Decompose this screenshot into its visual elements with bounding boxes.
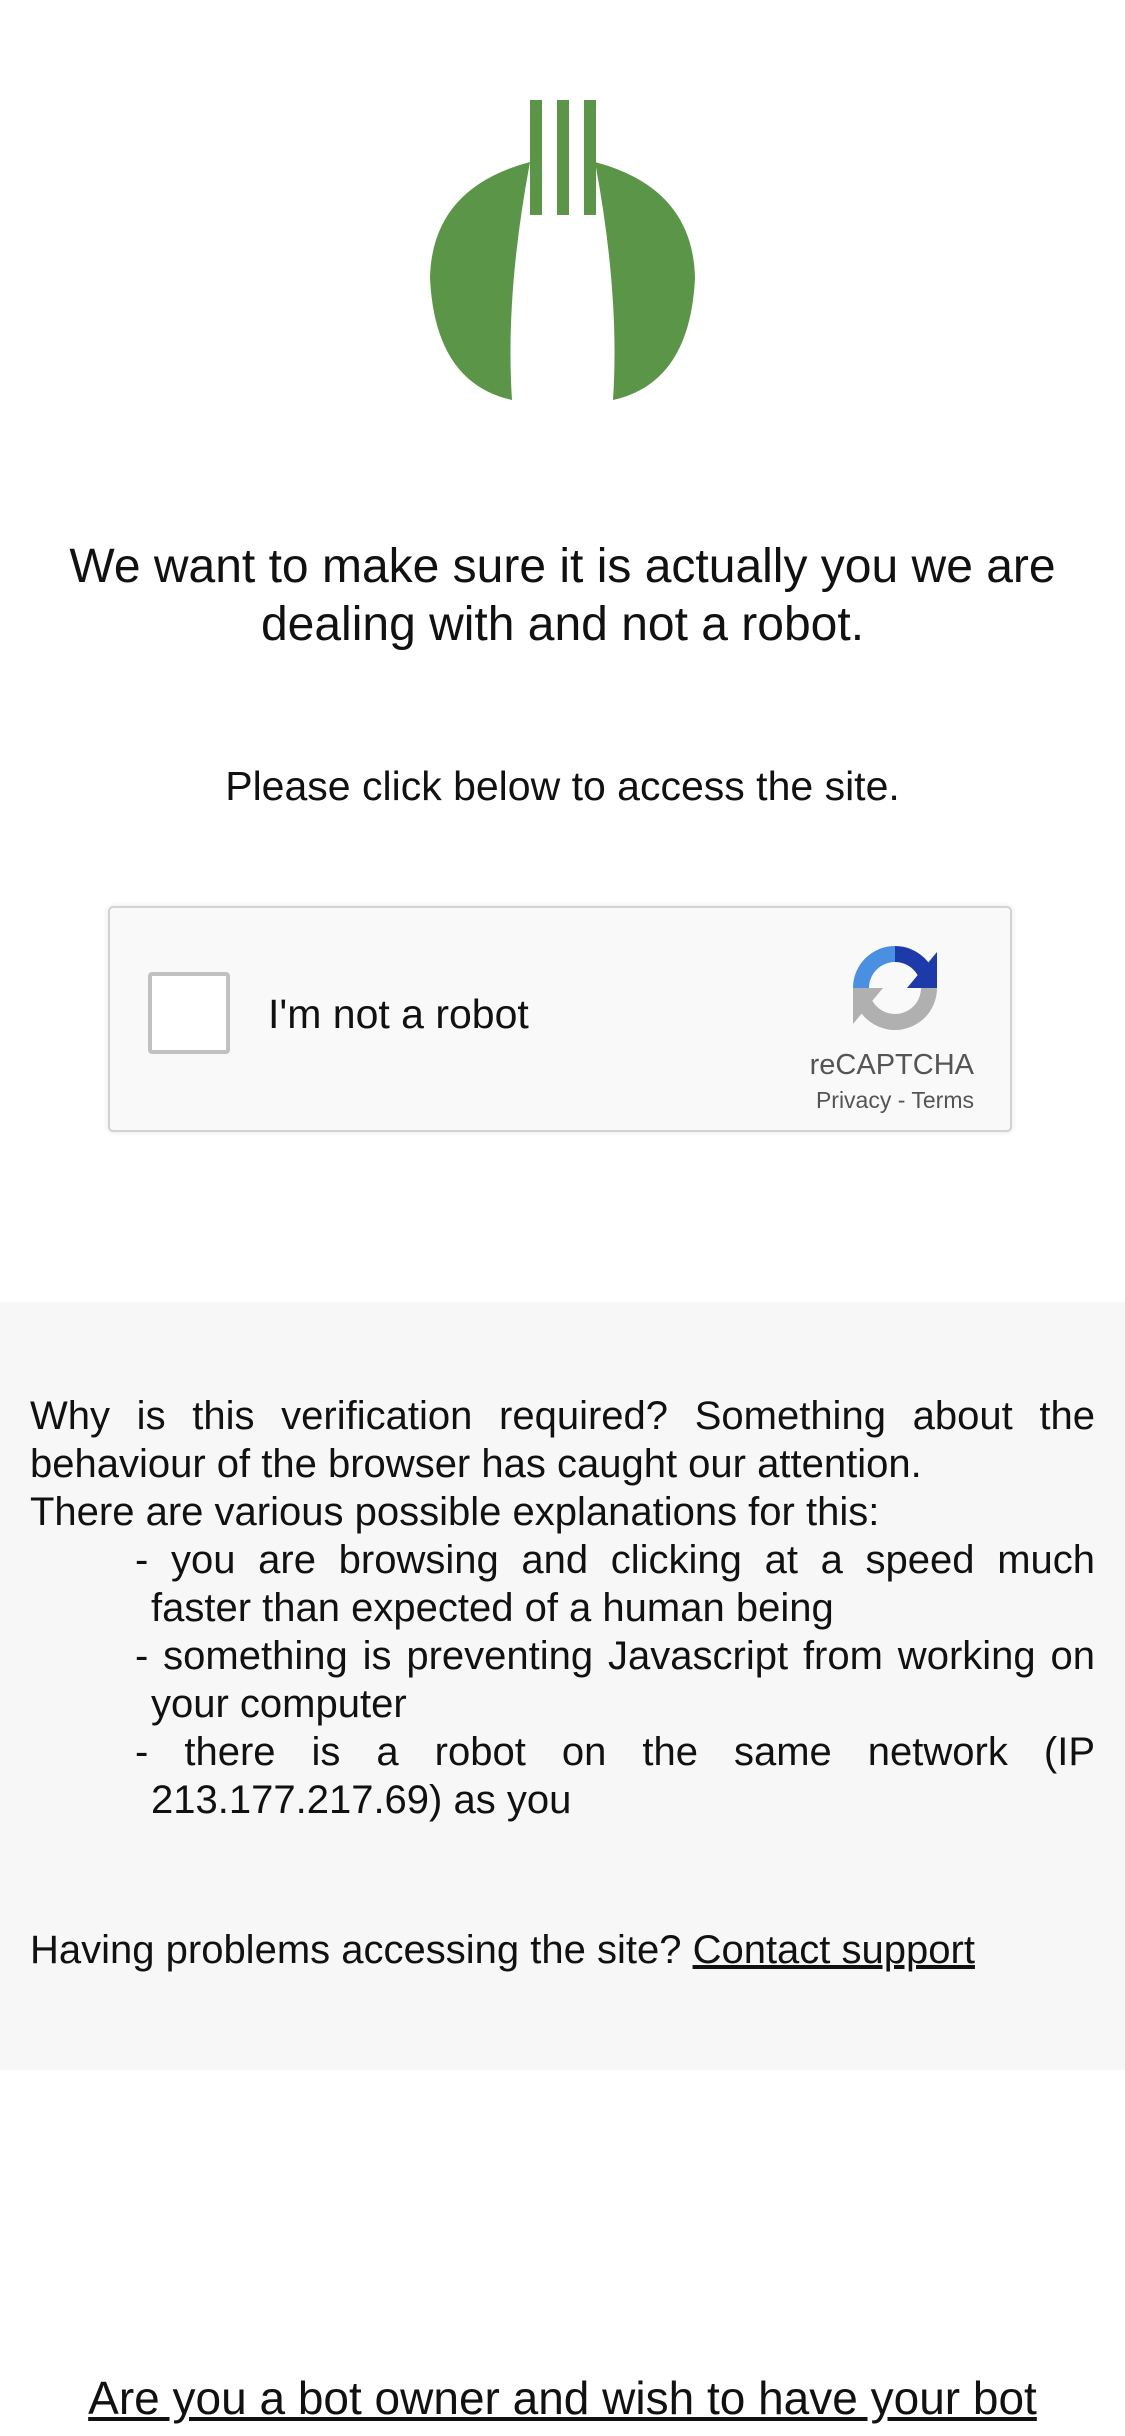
verification-headline: We want to make sure it is actually you … — [69, 540, 1056, 651]
info-panel: Why is this verification required? Somet… — [0, 1302, 1125, 2070]
recaptcha-links-separator: - — [891, 1087, 912, 1113]
explanations-intro: There are various possible explanations … — [30, 1490, 880, 1534]
recaptcha-terms-link[interactable]: Terms — [911, 1087, 974, 1113]
recaptcha-checkbox-label[interactable]: I'm not a robot — [268, 990, 529, 1038]
contact-support-link[interactable]: Contact support — [693, 1928, 975, 1972]
reason-item: - something is preventing Javascript fro… — [135, 1634, 1095, 1726]
problems-text: Having problems accessing the site? Cont… — [30, 1926, 1095, 1974]
fork-leaf-logo-icon — [430, 100, 695, 400]
recaptcha-brand-label: reCAPTCHA — [809, 1049, 974, 1081]
reason-item: - you are browsing and clicking at a spe… — [135, 1538, 1095, 1630]
reason-item: - there is a robot on the same network (… — [135, 1730, 1095, 1822]
verification-page: We want to make sure it is actually you … — [0, 0, 1125, 2436]
recaptcha-privacy-link[interactable]: Privacy — [816, 1087, 891, 1113]
recaptcha-widget: I'm not a robot reCAPTCHA Privacy - Term… — [108, 906, 1012, 1132]
verification-instruction: Please click below to access the site. — [225, 763, 900, 809]
why-verification-text: Why is this verification required? Somet… — [30, 1394, 1095, 1486]
recaptcha-checkbox[interactable] — [148, 972, 230, 1054]
reasons-list: - you are browsing and clicking at a spe… — [135, 1536, 1095, 1824]
bot-owner-link[interactable]: Are you a bot owner and wish to have you… — [0, 2370, 1125, 2426]
recaptcha-links: Privacy - Terms — [816, 1086, 974, 1114]
problems-label: Having problems accessing the site? — [30, 1928, 693, 1972]
recaptcha-logo-icon — [853, 946, 937, 1030]
